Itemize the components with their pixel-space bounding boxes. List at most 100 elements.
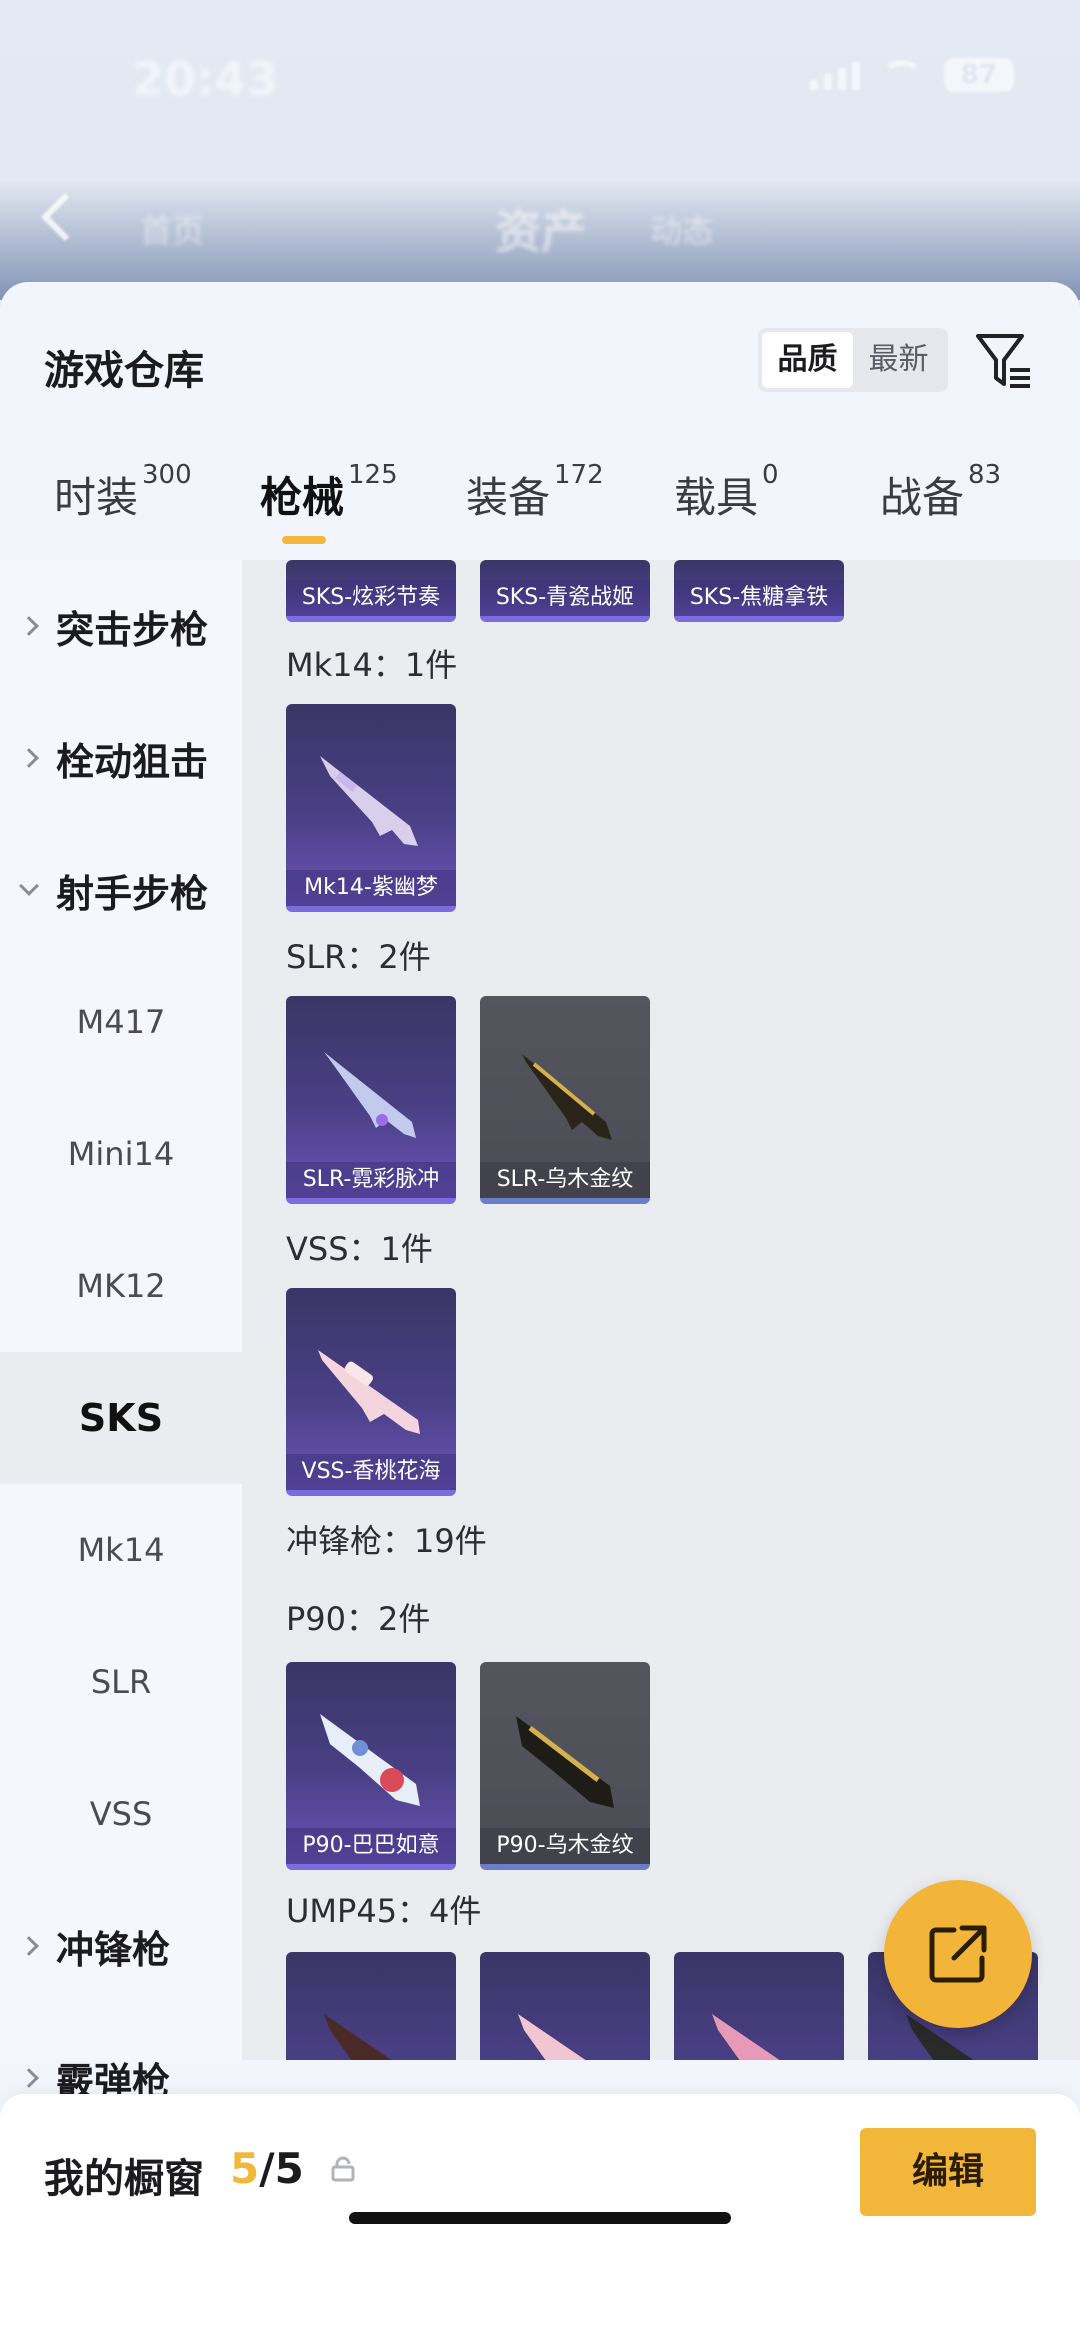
warehouse-title: 游戏仓库 — [44, 348, 204, 394]
rifle-skin-image — [522, 1054, 612, 1140]
external-link-icon — [929, 1925, 987, 1983]
sidebar-item-assault-rifle[interactable]: 突击步枪 — [0, 560, 242, 692]
sidebar-item-label: MK12 — [76, 1267, 166, 1305]
group-label: VSS：1件 — [286, 1230, 433, 1268]
warehouse-sheet: 游戏仓库 品质 最新 时装 300 枪械 125 装备 172 载具 0 战备 83 突击 — [0, 282, 1080, 2341]
tab-equipment[interactable]: 装备 172 — [466, 460, 604, 560]
sidebar-item-mk14[interactable]: Mk14 — [0, 1484, 242, 1616]
sidebar-item-mini14[interactable]: Mini14 — [0, 1088, 242, 1220]
item-card[interactable]: Mk14-紫幽梦 — [286, 704, 456, 912]
share-button[interactable] — [884, 1880, 1032, 2028]
group-label: SLR：2件 — [286, 938, 431, 976]
item-card[interactable]: SLR-霓彩脉冲 — [286, 996, 456, 1204]
sidebar-item-smg[interactable]: 冲锋枪 — [0, 1880, 242, 2012]
status-time: 20:43 — [132, 52, 279, 106]
sidebar-item-label: SKS — [78, 1396, 164, 1440]
sidebar-item-label: Mk14 — [77, 1531, 165, 1569]
showcase-count: 5/5 — [230, 2144, 304, 2193]
weapon-type-sidebar: 突击步枪 栓动狙击 射手步枪 M417 Mini14 MK12 SKS Mk14… — [0, 560, 242, 2104]
tab-label: 载具 — [674, 473, 759, 522]
item-card[interactable]: SKS-青瓷战姬 — [480, 560, 650, 622]
sidebar-item-m417[interactable]: M417 — [0, 956, 242, 1088]
group-label: 冲锋枪：19件 — [286, 1522, 487, 1560]
item-card[interactable]: SKS-焦糖拿铁 — [674, 560, 844, 622]
showcase-label: 我的橱窗 — [44, 2156, 204, 2202]
smg-skin-image — [320, 1714, 420, 1806]
item-card[interactable]: P90-巴巴如意 — [286, 1662, 456, 1870]
smg-skin-image — [516, 1716, 614, 1808]
showcase-total: /5 — [259, 2144, 304, 2193]
smg-skin-image — [324, 2014, 392, 2060]
rifle-skin-image — [324, 1052, 416, 1138]
chevron-down-icon — [19, 876, 39, 896]
active-tab-indicator — [282, 536, 326, 544]
smg-skin-image — [712, 2014, 780, 2060]
item-name: SKS-焦糖拿铁 — [674, 580, 844, 616]
tab-count: 172 — [554, 460, 604, 490]
status-icons: 87 — [810, 58, 1014, 92]
sidebar-item-label: 冲锋枪 — [56, 1927, 171, 1972]
battery-icon: 87 — [944, 58, 1014, 92]
sidebar-item-label: Mini14 — [67, 1135, 175, 1173]
tab-label: 枪械 — [260, 473, 345, 522]
tab-fashion[interactable]: 时装 300 — [54, 460, 192, 560]
item-card[interactable] — [480, 1952, 650, 2060]
tab-label: 战备 — [880, 473, 965, 522]
tab-supplies[interactable]: 战备 83 — [880, 460, 1001, 560]
tab-vehicles[interactable]: 载具 0 — [674, 460, 779, 560]
item-card[interactable]: SLR-乌木金纹 — [480, 996, 650, 1204]
item-name: Mk14-紫幽梦 — [286, 870, 456, 906]
lock-icon — [331, 2156, 355, 2182]
sidebar-item-sks[interactable]: SKS — [0, 1352, 242, 1484]
showcase-used: 5 — [230, 2144, 260, 2193]
sidebar-item-vss[interactable]: VSS — [0, 1748, 242, 1880]
item-card[interactable] — [674, 1952, 844, 2060]
item-card[interactable]: VSS-香桃花海 — [286, 1288, 456, 1496]
tab-label: 时装 — [54, 473, 139, 522]
sidebar-item-label: 突击步枪 — [56, 607, 209, 652]
filter-icon[interactable] — [974, 330, 1034, 392]
sidebar-item-marksman-rifle[interactable]: 射手步枪 — [0, 824, 242, 956]
home-indicator — [349, 2212, 731, 2224]
chevron-right-icon — [19, 616, 39, 636]
sort-toggle: 品质 最新 — [758, 328, 948, 392]
sort-newest-option[interactable]: 最新 — [853, 332, 944, 388]
item-name: P90-乌木金纹 — [480, 1828, 650, 1864]
header-left-label: 首页 — [140, 212, 205, 250]
item-name: SLR-霓彩脉冲 — [286, 1162, 456, 1198]
item-name: SKS-炫彩节奏 — [286, 580, 456, 616]
header-backdrop: 20:43 87 首页 资产 动态 — [0, 0, 1080, 300]
tab-count: 0 — [762, 460, 779, 490]
chevron-right-icon — [19, 1936, 39, 1956]
item-card[interactable]: P90-乌木金纹 — [480, 1662, 650, 1870]
rifle-skin-image — [318, 1350, 420, 1434]
item-grid: SKS-炫彩节奏 SKS-青瓷战姬 SKS-焦糖拿铁 Mk14：1件 Mk14-… — [242, 560, 1080, 2060]
item-card[interactable]: SKS-炫彩节奏 — [286, 560, 456, 622]
item-name: SKS-青瓷战姬 — [480, 580, 650, 616]
sidebar-item-label: M417 — [76, 1003, 166, 1041]
sort-quality-option[interactable]: 品质 — [762, 332, 853, 388]
edit-button[interactable]: 编辑 — [860, 2128, 1036, 2216]
item-name: VSS-香桃花海 — [286, 1454, 456, 1490]
sidebar-item-bolt-sniper[interactable]: 栓动狙击 — [0, 692, 242, 824]
smg-skin-image — [518, 2014, 586, 2060]
chevron-right-icon — [19, 748, 39, 768]
tab-count: 125 — [348, 460, 398, 490]
sidebar-item-mk12[interactable]: MK12 — [0, 1220, 242, 1352]
header-title: 资产 — [495, 205, 587, 259]
group-label: P90：2件 — [286, 1600, 431, 1638]
sidebar-item-slr[interactable]: SLR — [0, 1616, 242, 1748]
header-right-label: 动态 — [650, 212, 715, 250]
sidebar-item-label: VSS — [89, 1795, 153, 1833]
group-label: Mk14：1件 — [286, 646, 458, 684]
sidebar-item-label: SLR — [90, 1663, 152, 1701]
tab-count: 300 — [142, 460, 192, 490]
wifi-icon — [882, 60, 922, 90]
tab-label: 装备 — [466, 473, 551, 522]
tab-count: 83 — [968, 460, 1002, 490]
category-tabs: 时装 300 枪械 125 装备 172 载具 0 战备 83 — [0, 460, 1080, 560]
tab-firearms[interactable]: 枪械 125 — [260, 460, 398, 560]
item-card[interactable] — [286, 1952, 456, 2060]
back-chevron-icon[interactable] — [40, 192, 90, 242]
group-label: UMP45：4件 — [286, 1892, 482, 1930]
